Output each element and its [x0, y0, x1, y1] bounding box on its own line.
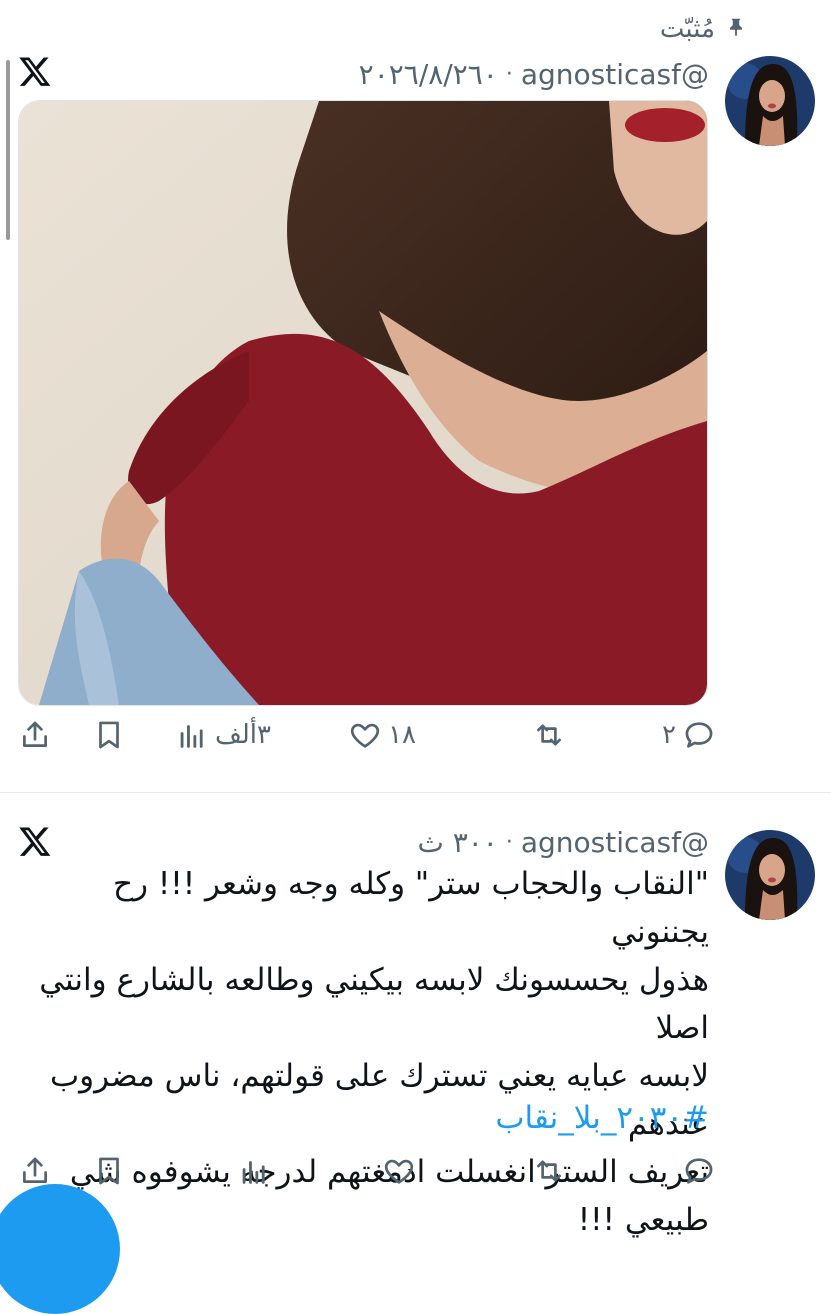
bookmark-icon — [99, 1157, 119, 1185]
tweet-media-image[interactable] — [18, 100, 708, 706]
bookmark-button[interactable] — [92, 1154, 126, 1188]
compose-fab-button[interactable] — [0, 1184, 120, 1314]
reply-count: ٢ — [662, 720, 676, 750]
heart-icon — [384, 1159, 414, 1184]
retweet-button[interactable] — [526, 718, 566, 752]
share-button[interactable] — [18, 1154, 52, 1188]
tweet-divider — [0, 792, 831, 793]
tweet-header: @agnosticasf · ٣٠٠ ث — [417, 826, 709, 859]
retweet-icon — [537, 1160, 561, 1182]
like-count: ١٨ — [388, 720, 416, 750]
share-button[interactable] — [18, 718, 52, 752]
tweet-handle[interactable]: @agnosticasf — [521, 58, 709, 91]
tweet-text-line: طبيعي !!! — [577, 1202, 709, 1238]
share-icon — [23, 721, 47, 747]
like-button[interactable] — [382, 1154, 416, 1188]
tweet-text-line: "النقاب والحجاب ستر" وكله وجه وشعر !!! ر… — [113, 866, 709, 950]
like-button[interactable]: ١٨ — [348, 718, 416, 752]
retweet-icon — [537, 724, 561, 746]
header-separator: · — [505, 830, 513, 855]
retweet-button[interactable] — [532, 1154, 566, 1188]
avatar[interactable] — [725, 830, 815, 920]
tweet-actions: ٢ ١٨ ٣ألف — [16, 718, 716, 762]
reply-icon — [685, 1158, 713, 1184]
pinned-label: مُثبّت — [659, 14, 715, 44]
photo-woman-red-top — [19, 101, 707, 705]
tweet-handle[interactable]: @agnosticasf — [521, 826, 709, 859]
avatar[interactable] — [725, 56, 815, 146]
tweet-text-line: هذول يحسسونك لابسه بيكيني وطالعه بالشارع… — [39, 962, 709, 1046]
heart-icon — [350, 723, 380, 748]
tweet-timestamp[interactable]: ٢٠٢٦/٨/٢٦٠ — [359, 58, 498, 91]
reply-button[interactable]: ٢ — [662, 718, 716, 752]
hashtag-link[interactable]: #٢٠٣٠_بلا_نقاب — [495, 1100, 709, 1136]
share-icon — [23, 1157, 47, 1183]
views-button[interactable] — [237, 1154, 271, 1188]
pin-icon — [725, 16, 747, 42]
pinned-indicator: مُثبّت — [660, 14, 747, 44]
views-button[interactable]: ٣ألف — [175, 718, 271, 752]
x-logo-icon — [18, 824, 52, 858]
bookmark-button[interactable] — [92, 718, 126, 752]
tweet-timestamp[interactable]: ٣٠٠ ث — [417, 826, 497, 859]
tweet-actions — [16, 1154, 716, 1198]
tweet-header: @agnosticasf · ٢٠٢٦/٨/٢٦٠ — [359, 58, 709, 91]
header-separator: · — [505, 62, 513, 87]
bookmark-icon — [99, 721, 119, 749]
reply-icon — [685, 722, 713, 748]
scrollbar[interactable] — [6, 60, 10, 240]
views-icon — [242, 1161, 265, 1184]
x-logo-icon — [18, 54, 52, 88]
views-icon — [180, 725, 203, 748]
views-count: ٣ألف — [214, 720, 271, 750]
reply-button[interactable] — [682, 1154, 716, 1188]
